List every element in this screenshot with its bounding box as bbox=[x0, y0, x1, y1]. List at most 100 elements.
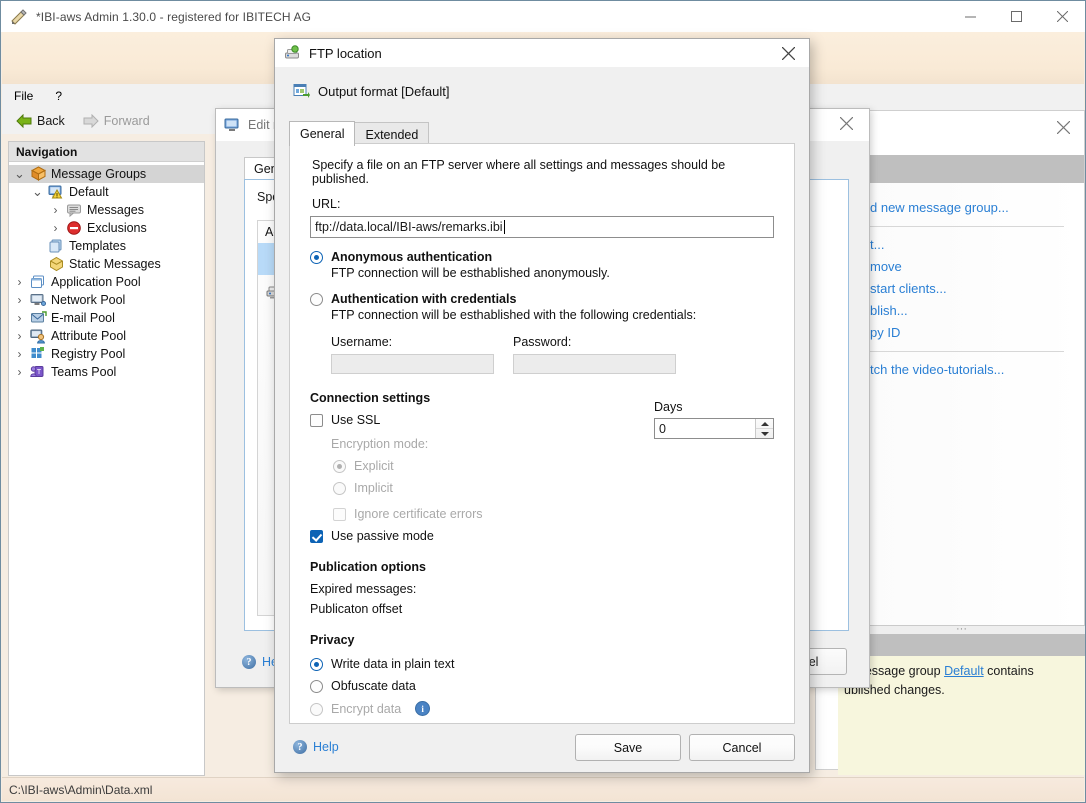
background-action-link[interactable]: t... bbox=[868, 234, 1084, 256]
minimize-button[interactable] bbox=[947, 1, 993, 32]
tree-item-attribute-pool[interactable]: › Attribute Pool bbox=[9, 327, 204, 345]
days-spinner[interactable]: 0 bbox=[654, 418, 774, 439]
explicit-option[interactable]: Explicit bbox=[333, 459, 774, 473]
url-input[interactable]: ftp://data.local/IBI-aws/remarks.ibi bbox=[310, 216, 774, 238]
tree-item-templates[interactable]: Templates bbox=[9, 237, 204, 255]
notification-link-default[interactable]: Default bbox=[944, 664, 984, 678]
radio-credentials-auth[interactable] bbox=[310, 293, 323, 306]
radio-encrypt-data[interactable] bbox=[310, 702, 323, 716]
credentials-auth-description: FTP connection will be esthablished with… bbox=[331, 308, 697, 322]
chevron-right-icon[interactable]: › bbox=[49, 203, 62, 217]
implicit-option[interactable]: Implicit bbox=[333, 481, 774, 495]
status-path: C:\IBI-aws\Admin\Data.xml bbox=[9, 782, 153, 797]
background-action-link[interactable]: d new message group... bbox=[868, 197, 1084, 219]
tree-item-message-groups[interactable]: ⌄ Message Groups bbox=[9, 165, 204, 183]
tree-item-label: Registry Pool bbox=[51, 347, 126, 361]
menu-file[interactable]: File bbox=[14, 89, 33, 103]
username-group: Username: bbox=[331, 335, 494, 374]
radio-write-plain-text[interactable] bbox=[310, 658, 323, 671]
chevron-right-icon[interactable]: › bbox=[13, 311, 26, 325]
days-value[interactable]: 0 bbox=[655, 419, 755, 438]
chevron-right-icon[interactable]: › bbox=[13, 293, 26, 307]
credentials-authentication-option[interactable]: Authentication with credentials bbox=[310, 292, 774, 306]
info-icon[interactable]: i bbox=[415, 701, 431, 716]
spinner-down-button[interactable] bbox=[756, 428, 773, 438]
ftp-description: Specify a file on an FTP server where al… bbox=[312, 158, 726, 186]
navigation-tree[interactable]: ⌄ Message Groups ⌄ Default › Messages › Exclusi… bbox=[9, 162, 204, 381]
chevron-right-icon[interactable]: › bbox=[13, 329, 26, 343]
monitor-icon bbox=[224, 117, 241, 133]
yellow-box-icon bbox=[48, 256, 65, 272]
notification-panel: ··· tion e message group Default contain… bbox=[838, 624, 1085, 775]
obfuscate-data-option[interactable]: Obfuscate data bbox=[310, 679, 774, 693]
forward-button[interactable]: Forward bbox=[77, 112, 156, 130]
ftp-output-format-header: Output format [Default] bbox=[293, 83, 450, 99]
background-action-link[interactable]: start clients... bbox=[868, 278, 1084, 300]
checkbox-use-passive-mode[interactable] bbox=[310, 529, 323, 543]
svg-text:T: T bbox=[37, 369, 42, 376]
edit-window-close-icon[interactable] bbox=[839, 116, 854, 133]
spinner-up-button[interactable] bbox=[756, 419, 773, 428]
tree-item-application-pool[interactable]: › Application Pool bbox=[9, 273, 204, 291]
ftp-dialog-close-button[interactable] bbox=[777, 43, 799, 63]
tree-item-label: Static Messages bbox=[69, 257, 161, 271]
anonymous-auth-label: Anonymous authentication bbox=[331, 250, 493, 264]
tree-item-label: Network Pool bbox=[51, 293, 126, 307]
close-button[interactable] bbox=[1039, 1, 1085, 32]
chevron-right-icon[interactable]: › bbox=[13, 275, 26, 289]
ftp-server-icon bbox=[284, 45, 301, 61]
radio-obfuscate-data[interactable] bbox=[310, 680, 323, 693]
background-action-link[interactable]: tch the video-tutorials... bbox=[868, 359, 1084, 381]
chevron-down-icon[interactable]: ⌄ bbox=[13, 167, 26, 180]
tree-item-exclusions[interactable]: › Exclusions bbox=[9, 219, 204, 237]
ftp-output-format-label: Output format [Default] bbox=[318, 83, 450, 99]
ignore-cert-errors-option[interactable]: Ignore certificate errors bbox=[333, 507, 774, 521]
tree-item-default[interactable]: ⌄ Default bbox=[9, 183, 204, 201]
tree-item-network-pool[interactable]: › Network Pool bbox=[9, 291, 204, 309]
chevron-right-icon[interactable]: › bbox=[49, 221, 62, 235]
tree-item-static-messages[interactable]: Static Messages bbox=[9, 255, 204, 273]
tree-item-registry-pool[interactable]: › Registry Pool bbox=[9, 345, 204, 363]
menu-help[interactable]: ? bbox=[55, 89, 62, 103]
status-bar: C:\IBI-aws\Admin\Data.xml bbox=[2, 777, 1084, 801]
background-action-link[interactable]: blish... bbox=[868, 300, 1084, 322]
save-button[interactable]: Save bbox=[575, 734, 681, 761]
notification-drag-dots[interactable]: ··· bbox=[838, 624, 1085, 635]
chevron-down-icon[interactable]: ⌄ bbox=[31, 185, 44, 198]
back-button[interactable]: Back bbox=[10, 112, 71, 130]
ftp-dialog-footer: ? Help Save Cancel bbox=[275, 726, 809, 772]
privacy-title: Privacy bbox=[310, 633, 355, 647]
obfuscate-data-label: Obfuscate data bbox=[331, 679, 416, 693]
anonymous-authentication-option[interactable]: Anonymous authentication bbox=[310, 250, 774, 264]
encrypt-data-label: Encrypt data bbox=[331, 701, 402, 716]
checkbox-ignore-cert-errors[interactable] bbox=[333, 507, 346, 521]
ftp-general-pane: Specify a file on an FTP server where al… bbox=[289, 143, 795, 724]
encrypt-data-option[interactable]: Encrypt data i bbox=[310, 701, 774, 716]
write-plain-text-option[interactable]: Write data in plain text bbox=[310, 657, 774, 671]
maximize-button[interactable] bbox=[993, 1, 1039, 32]
notification-body: e message group Default contains ublishe… bbox=[844, 662, 1079, 700]
radio-implicit[interactable] bbox=[333, 482, 346, 495]
background-action-link[interactable]: move bbox=[868, 256, 1084, 278]
tree-item-e-mail-pool[interactable]: › E-mail Pool bbox=[9, 309, 204, 327]
username-input[interactable] bbox=[331, 354, 494, 374]
background-action-link[interactable]: py ID bbox=[868, 322, 1084, 344]
cancel-button[interactable]: Cancel bbox=[689, 734, 795, 761]
ftp-help-link[interactable]: ? Help bbox=[293, 740, 339, 754]
password-input[interactable] bbox=[513, 354, 676, 374]
tree-item-label: Default bbox=[69, 185, 109, 199]
tree-item-messages[interactable]: › Messages bbox=[9, 201, 204, 219]
checkbox-use-ssl[interactable] bbox=[310, 413, 323, 427]
ftp-location-dialog: FTP location Output format [Default] Gen… bbox=[274, 38, 810, 773]
chevron-right-icon[interactable]: › bbox=[13, 365, 26, 379]
tab-general[interactable]: General bbox=[289, 121, 356, 146]
network-monitor-icon bbox=[30, 292, 47, 308]
tree-item-teams-pool[interactable]: › T Teams Pool bbox=[9, 363, 204, 381]
chevron-right-icon[interactable]: › bbox=[13, 347, 26, 361]
envelope-icon bbox=[30, 310, 47, 326]
use-passive-mode-option[interactable]: Use passive mode bbox=[310, 529, 774, 543]
background-close-icon[interactable] bbox=[1056, 120, 1071, 137]
radio-anonymous-auth[interactable] bbox=[310, 251, 323, 264]
tree-item-label: Templates bbox=[69, 239, 126, 253]
radio-explicit[interactable] bbox=[333, 460, 346, 473]
